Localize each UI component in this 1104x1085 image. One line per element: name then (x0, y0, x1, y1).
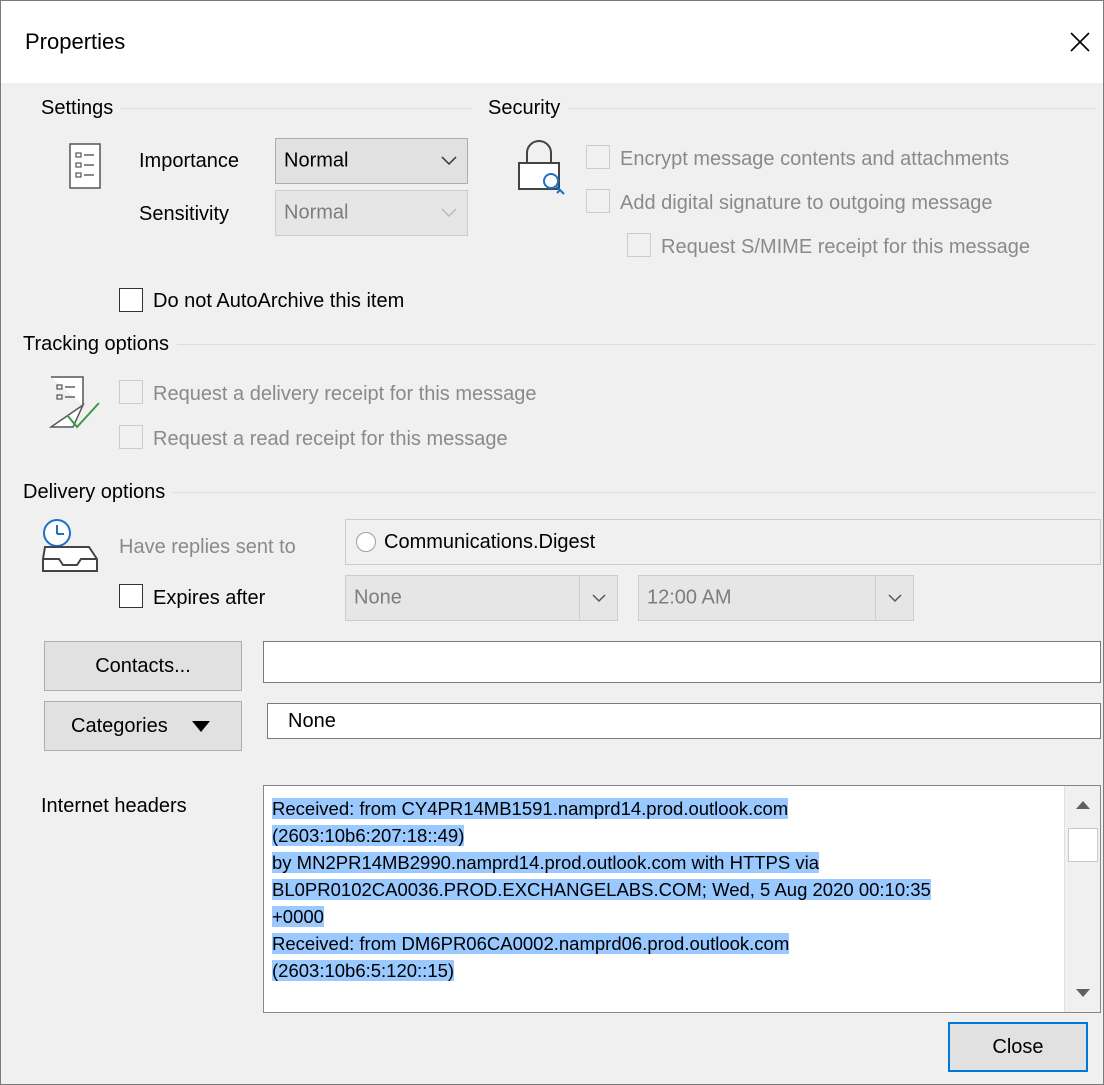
chevron-down-icon (441, 208, 457, 218)
properties-dialog: Properties Settings Importance Normal Se… (0, 0, 1104, 1085)
close-button[interactable]: Close (948, 1022, 1088, 1072)
delivery-receipt-checkbox[interactable] (119, 380, 143, 404)
scroll-thumb[interactable] (1068, 828, 1098, 862)
dialog-title: Properties (25, 29, 126, 54)
scroll-down-button[interactable] (1068, 978, 1098, 1008)
close-icon (1070, 32, 1090, 52)
digital-signature-label: Add digital signature to outgoing messag… (620, 192, 993, 214)
replies-to-field[interactable]: Communications.Digest (345, 519, 1101, 565)
title-bar: Properties (1, 1, 1103, 83)
contacts-button[interactable]: Contacts... (44, 641, 242, 691)
headers-scrollbar[interactable] (1064, 786, 1100, 1012)
sensitivity-label: Sensitivity (139, 203, 230, 225)
settings-list-icon (69, 143, 101, 189)
arrow-down-icon (1076, 989, 1090, 997)
settings-group-label: Settings (41, 97, 114, 119)
categories-button-label: Categories (71, 714, 168, 737)
close-window-button[interactable] (1057, 19, 1103, 65)
replies-label: Have replies sent to (119, 536, 296, 558)
autoarchive-label: Do not AutoArchive this item (153, 290, 405, 312)
replies-radio[interactable] (356, 532, 376, 552)
header-line: Received: from DM6PR06CA0002.namprd06.pr… (272, 933, 790, 954)
settings-group-header: Settings (41, 97, 471, 120)
expires-date-select[interactable]: None (345, 575, 618, 621)
delivery-group-header: Delivery options (23, 481, 1095, 504)
read-receipt-label: Request a read receipt for this message (153, 428, 508, 450)
importance-label: Importance (139, 150, 240, 172)
chevron-down-icon (441, 156, 457, 166)
arrow-up-icon (1076, 801, 1090, 809)
header-line: BL0PR0102CA0036.PROD.EXCHANGELABS.COM; W… (272, 879, 931, 900)
sensitivity-value: Normal (284, 201, 349, 224)
internet-headers-label: Internet headers (41, 795, 187, 817)
delivery-group-label: Delivery options (23, 481, 166, 503)
delivery-receipt-label: Request a delivery receipt for this mess… (153, 383, 537, 405)
header-line: +0000 (272, 906, 324, 927)
categories-field[interactable]: None (267, 703, 1101, 739)
expires-label: Expires after (153, 587, 266, 609)
importance-select[interactable]: Normal (275, 138, 468, 184)
contacts-field[interactable] (263, 641, 1101, 683)
header-line: Received: from CY4PR14MB1591.namprd14.pr… (272, 798, 789, 819)
tracking-group-header: Tracking options (23, 333, 1095, 356)
tracking-checklist-icon (49, 376, 100, 429)
replies-to-value: Communications.Digest (384, 531, 596, 553)
categories-value: None (288, 710, 336, 732)
smime-receipt-checkbox[interactable] (627, 233, 651, 257)
expires-time-select[interactable]: 12:00 AM (638, 575, 914, 621)
encrypt-label: Encrypt message contents and attachments (620, 148, 1010, 170)
autoarchive-checkbox[interactable] (119, 288, 143, 312)
categories-button[interactable]: Categories (44, 701, 242, 751)
dropdown-triangle-icon (191, 720, 210, 732)
tracking-group-label: Tracking options (23, 333, 169, 355)
chevron-down-icon (591, 593, 606, 602)
internet-headers-textbox[interactable]: Received: from CY4PR14MB1591.namprd14.pr… (263, 785, 1101, 1013)
importance-value: Normal (284, 149, 349, 172)
smime-receipt-label: Request S/MIME receipt for this message (661, 236, 1031, 258)
lock-icon (518, 140, 565, 195)
chevron-down-icon (887, 593, 902, 602)
security-group-label: Security (488, 97, 561, 119)
expires-time-dropdown-button[interactable] (875, 576, 913, 620)
digital-signature-checkbox[interactable] (586, 189, 610, 213)
expires-date-value: None (354, 586, 402, 609)
expires-date-dropdown-button[interactable] (579, 576, 617, 620)
expires-checkbox[interactable] (119, 584, 143, 608)
expires-time-value: 12:00 AM (647, 586, 732, 609)
encrypt-checkbox[interactable] (586, 145, 610, 169)
header-line: by MN2PR14MB2990.namprd14.prod.outlook.c… (272, 852, 820, 873)
read-receipt-checkbox[interactable] (119, 425, 143, 449)
security-group-header: Security (488, 97, 1095, 120)
contacts-button-label: Contacts... (95, 654, 191, 677)
header-line: (2603:10b6:5:120::15) (272, 960, 455, 981)
close-button-label: Close (992, 1035, 1044, 1058)
scroll-up-button[interactable] (1068, 790, 1098, 820)
sensitivity-select[interactable]: Normal (275, 190, 468, 236)
clock-inbox-icon (42, 519, 98, 572)
header-line: (2603:10b6:207:18::49) (272, 825, 465, 846)
